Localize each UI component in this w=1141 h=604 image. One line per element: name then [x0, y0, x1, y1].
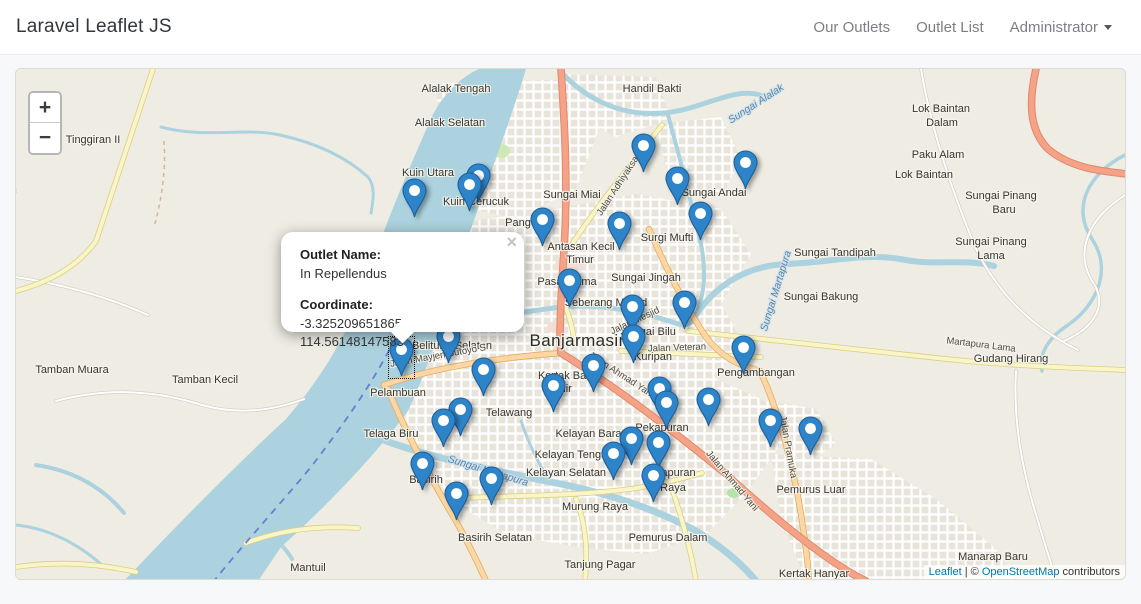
nav-item-outlet-list[interactable]: Outlet List — [903, 11, 997, 44]
nav-item-administrator-label: Administrator — [1010, 19, 1098, 36]
brand-link[interactable]: Laravel Leaflet JS — [16, 16, 172, 38]
map-marker[interactable] — [402, 178, 427, 219]
attribution-separator: | © — [962, 566, 982, 578]
map-marker[interactable] — [672, 290, 697, 331]
popup-coordinate-label: Coordinate: — [300, 297, 373, 312]
map-attribution: Leaflet | © OpenStreetMap contributors — [924, 565, 1125, 579]
map-marker[interactable] — [471, 357, 496, 398]
map-card: Alalak TengahHandil BaktiAlalak SelatanT… — [15, 68, 1126, 580]
map-marker[interactable] — [607, 211, 632, 252]
map-marker[interactable] — [731, 335, 756, 376]
map-marker[interactable] — [581, 353, 606, 394]
map-marker[interactable] — [641, 463, 666, 504]
zoom-control: + − — [28, 91, 62, 155]
map-marker[interactable] — [541, 373, 566, 414]
map-marker[interactable] — [631, 133, 656, 174]
map-marker[interactable] — [431, 408, 456, 449]
nav-item-administrator-dropdown[interactable]: Administrator — [997, 11, 1125, 44]
markers-layer — [16, 69, 1125, 579]
nav-item-our-outlets[interactable]: Our Outlets — [800, 11, 903, 44]
popup-coordinate-value: -3.325209651865, 114.56148147583 — [300, 316, 406, 350]
map-marker[interactable] — [665, 166, 690, 207]
map-marker[interactable] — [696, 387, 721, 428]
leaflet-map[interactable]: Alalak TengahHandil BaktiAlalak SelatanT… — [16, 69, 1125, 579]
map-marker[interactable] — [444, 481, 469, 522]
map-marker[interactable] — [410, 451, 435, 492]
zoom-out-button[interactable]: − — [30, 123, 60, 153]
map-marker[interactable] — [654, 390, 679, 431]
map-marker[interactable] — [733, 150, 758, 191]
map-marker[interactable] — [479, 466, 504, 507]
popup-close-button[interactable]: × — [506, 233, 517, 251]
osm-attribution-link[interactable]: OpenStreetMap — [982, 566, 1060, 578]
chevron-down-icon — [1104, 25, 1112, 30]
popup-outlet-name-label: Outlet Name: — [300, 247, 381, 262]
map-marker[interactable] — [457, 172, 482, 213]
attribution-suffix: contributors — [1059, 566, 1120, 578]
map-marker[interactable] — [557, 268, 582, 309]
popup-outlet-name-value: In Repellendus — [300, 266, 387, 281]
map-marker[interactable] — [601, 441, 626, 482]
nav-links: Our Outlets Outlet List Administrator — [800, 11, 1125, 44]
leaflet-attribution-link[interactable]: Leaflet — [929, 566, 962, 578]
outlet-popup: Outlet Name: In Repellendus Coordinate: … — [281, 232, 524, 332]
zoom-in-button[interactable]: + — [30, 93, 60, 123]
map-marker[interactable] — [798, 416, 823, 457]
map-marker[interactable] — [758, 408, 783, 449]
map-marker[interactable] — [530, 207, 555, 248]
map-marker[interactable] — [688, 201, 713, 242]
navbar: Laravel Leaflet JS Our Outlets Outlet Li… — [0, 0, 1141, 55]
map-marker[interactable] — [621, 324, 646, 365]
